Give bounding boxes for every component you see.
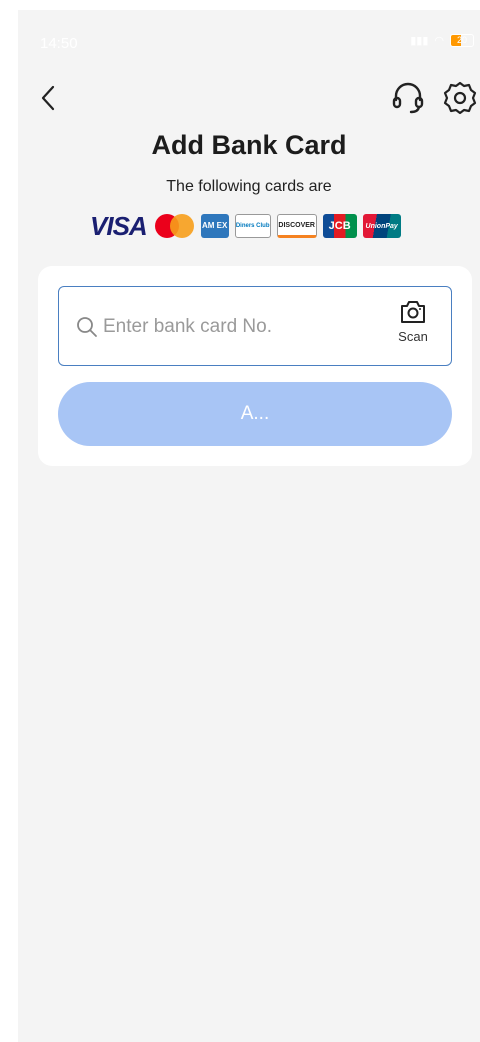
page-title: Add Bank Card (151, 130, 347, 160)
status-time: 14:50 (40, 35, 78, 52)
supported-cards-text: The following cards are (166, 178, 332, 195)
visa-logo: VISA (90, 210, 148, 241)
mastercard-logo (154, 213, 195, 239)
headset-icon (392, 82, 424, 114)
add-card-form: Scan A... (38, 266, 472, 466)
scan-label: Scan (398, 329, 428, 344)
add-card-button[interactable]: A... (58, 382, 452, 446)
back-button[interactable] (34, 84, 62, 112)
amex-logo: AM EX (200, 214, 229, 238)
screen: 14:50 ▮▮▮ ◠ 20 Add Bank Card The followi… (18, 10, 480, 1042)
customer-support-button[interactable] (390, 80, 426, 116)
status-icons: ▮▮▮ ◠ 20 (410, 34, 474, 47)
mastercard-orange-circle (169, 214, 194, 238)
diners-club-logo: Diners Club (234, 214, 271, 238)
card-number-field[interactable]: Scan (58, 286, 452, 366)
battery-icon: 20 (450, 34, 474, 47)
camera-icon (401, 301, 425, 323)
search-icon (77, 317, 97, 337)
nav-bar (18, 68, 480, 128)
jcb-logo: JCB (322, 214, 357, 238)
unionpay-logo: UnionPay (362, 214, 401, 238)
chevron-left-icon (41, 85, 55, 111)
scan-card-button[interactable]: Scan (387, 299, 439, 355)
gear-icon (443, 81, 477, 115)
settings-button[interactable] (442, 80, 478, 116)
supported-card-brands: VISA AM EX Diners Club DISCOVER JCB Unio… (90, 210, 401, 241)
discover-logo: DISCOVER (276, 214, 317, 238)
card-number-input[interactable] (103, 309, 373, 345)
status-bar: 14:50 ▮▮▮ ◠ 20 (18, 10, 480, 68)
signal-icon: ▮▮▮ (410, 35, 429, 47)
wifi-icon: ◠ (434, 35, 444, 47)
